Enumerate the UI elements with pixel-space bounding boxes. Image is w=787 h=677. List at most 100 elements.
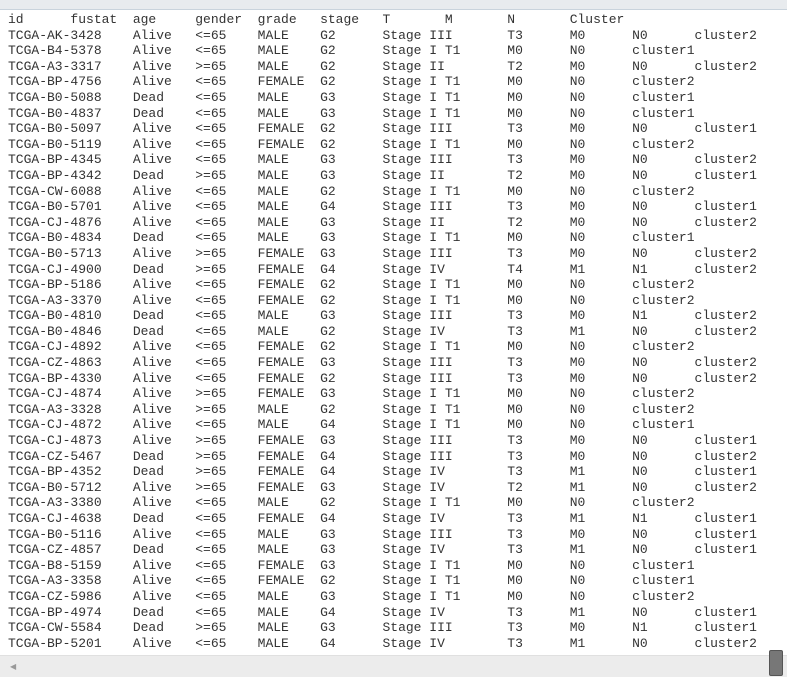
data-line: TCGA-A3-3358 Alive <=65 FEMALE G2 Stage … — [8, 573, 757, 589]
cell: TCGA-B0-4810 — [8, 308, 102, 324]
cell: T1 — [444, 136, 461, 152]
cell: cluster1 — [694, 542, 757, 558]
cell: T1 — [444, 495, 461, 511]
cell: M1 — [569, 542, 586, 558]
cell: G3 — [320, 557, 336, 573]
file-content[interactable]: id fustat age gender grade stage T M N C… — [8, 12, 757, 651]
cell: cluster2 — [694, 27, 757, 43]
cell: Dead — [132, 620, 165, 636]
cell: N1 — [632, 620, 648, 636]
text-editor[interactable]: id fustat age gender grade stage T M N C… — [0, 10, 787, 655]
cell: TCGA-A3-3358 — [8, 573, 102, 589]
cell: M0 — [507, 417, 523, 433]
cell: M0 — [507, 74, 523, 90]
cell: <=65 — [195, 542, 227, 558]
cell: FEMALE — [257, 74, 305, 90]
scroll-left-icon[interactable]: ◀ — [10, 662, 16, 672]
cell: G3 — [320, 105, 336, 121]
cell: M0 — [569, 308, 586, 324]
cell: cluster2 — [694, 245, 757, 261]
cell: Alive — [132, 58, 172, 74]
cell: M1 — [569, 635, 586, 651]
cell: Stage III — [382, 121, 453, 137]
cell: Stage III — [382, 308, 453, 324]
cell: Stage III — [382, 245, 453, 261]
cell: Stage I — [382, 74, 438, 90]
cell: G3 — [320, 167, 336, 183]
cell: cluster2 — [632, 339, 695, 355]
cell: <=65 — [195, 355, 227, 371]
cell: Stage III — [382, 199, 453, 215]
cell: cluster1 — [694, 121, 757, 137]
cell: M0 — [569, 58, 586, 74]
cell: <=65 — [195, 183, 227, 199]
cell: Dead — [132, 448, 165, 464]
cell: FEMALE — [257, 261, 305, 277]
cell: M0 — [569, 448, 586, 464]
data-line: TCGA-B0-4837 Dead <=65 MALE G3 Stage I T… — [8, 106, 757, 122]
cell: <=65 — [195, 214, 227, 230]
cell: N1 — [632, 511, 648, 526]
resize-grip[interactable] — [769, 650, 783, 676]
cell: <=65 — [195, 417, 227, 433]
cell: M0 — [569, 199, 586, 215]
cell: >=65 — [195, 167, 227, 183]
cell: Alive — [132, 557, 172, 573]
cell: Alive — [132, 573, 172, 589]
cell: Dead — [132, 604, 165, 620]
cell: G3 — [320, 620, 336, 636]
cell: G3 — [320, 433, 336, 449]
cell: MALE — [257, 323, 289, 339]
cell: M0 — [507, 339, 523, 355]
cell: M1 — [569, 479, 586, 495]
data-line: TCGA-CJ-4892 Alive <=65 FEMALE G2 Stage … — [8, 339, 757, 355]
cell: TCGA-CJ-4874 — [8, 386, 102, 402]
cell: M1 — [569, 323, 586, 339]
cell: MALE — [257, 604, 289, 620]
cell: G3 — [320, 230, 336, 246]
data-line: TCGA-CJ-4900 Dead >=65 FEMALE G4 Stage I… — [8, 262, 757, 278]
cell: M0 — [569, 355, 586, 371]
cell: Stage I — [382, 105, 438, 121]
cell: Dead — [132, 308, 165, 324]
cell: Dead — [132, 323, 165, 339]
cell: Stage I — [382, 339, 438, 355]
cell: TCGA-CZ-4857 — [8, 542, 102, 558]
cell: cluster2 — [632, 183, 695, 199]
cell: >=65 — [195, 479, 227, 495]
cell: G3 — [320, 542, 336, 558]
cell: cluster1 — [632, 417, 695, 433]
cell: Alive — [132, 526, 172, 542]
horizontal-scrollbar[interactable]: ◀ — [0, 650, 787, 677]
cell: MALE — [257, 199, 289, 215]
cell: M0 — [507, 183, 523, 199]
cell: T3 — [507, 199, 523, 215]
cell: G2 — [320, 339, 336, 355]
cell: N0 — [569, 230, 586, 246]
cell: TCGA-A3-3380 — [8, 495, 102, 511]
cell: G3 — [320, 479, 336, 495]
data-line: TCGA-A3-3328 Alive >=65 MALE G2 Stage I … — [8, 402, 757, 418]
cell: G2 — [320, 401, 336, 417]
cell: T1 — [444, 401, 461, 417]
cell: Dead — [132, 167, 165, 183]
cell: T4 — [507, 261, 523, 277]
cell: Stage III — [382, 433, 453, 449]
cell: T1 — [444, 417, 461, 433]
data-line: TCGA-BP-4352 Dead >=65 FEMALE G4 Stage I… — [8, 464, 757, 480]
cell: TCGA-CJ-4900 — [8, 261, 102, 277]
cell: MALE — [257, 183, 289, 199]
cell: Stage I — [382, 401, 438, 417]
cell: TCGA-B0-5713 — [8, 245, 102, 261]
cell: N0 — [569, 495, 586, 511]
cell: N0 — [632, 214, 648, 230]
cell: <=65 — [195, 152, 227, 168]
cell: N1 — [632, 308, 648, 324]
cell: cluster2 — [632, 136, 695, 152]
cell: N0 — [569, 277, 586, 293]
data-line: TCGA-CJ-4872 Alive <=65 MALE G4 Stage I … — [8, 417, 757, 433]
cell: N1 — [632, 261, 648, 277]
cell: Dead — [132, 105, 165, 121]
cell: T1 — [444, 230, 461, 246]
cell: N0 — [569, 89, 586, 105]
